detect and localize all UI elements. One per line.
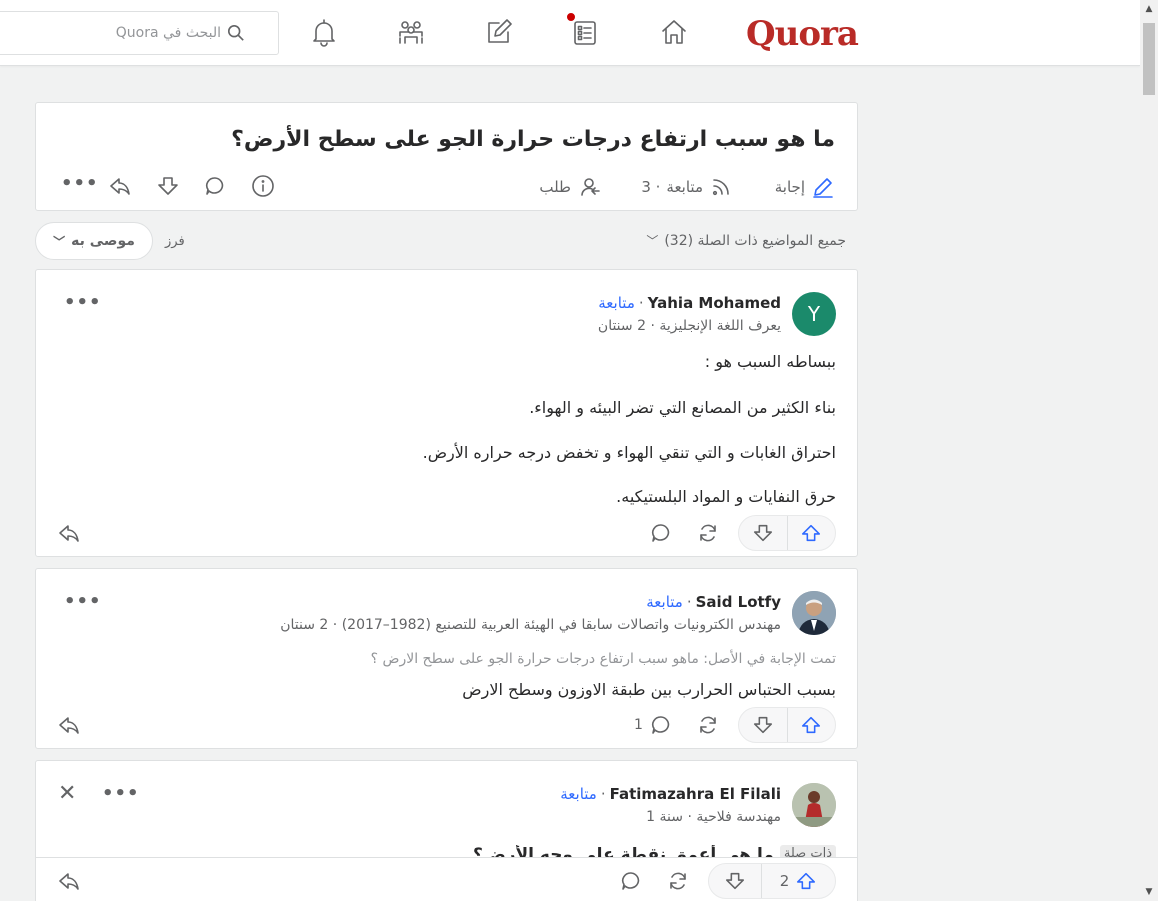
action-bar: 2 bbox=[36, 857, 857, 901]
request-answer-button[interactable]: طلب bbox=[539, 175, 601, 199]
answer-label: إجابة bbox=[774, 178, 805, 196]
downvote-question-icon[interactable] bbox=[153, 171, 183, 201]
related-topics-label: جميع المواضيع ذات الصلة (32) bbox=[664, 232, 846, 249]
reshare-icon[interactable] bbox=[663, 866, 693, 896]
downvote-arrow-icon bbox=[726, 872, 745, 890]
follow-author-link[interactable]: متابعة bbox=[646, 593, 683, 611]
question-title[interactable]: ما هو سبب ارتفاع درجات حرارة الجو على سط… bbox=[231, 127, 835, 152]
related-question-title: ما هي أعمق نقطة على وجه الأرض؟ bbox=[472, 845, 774, 857]
home-icon[interactable] bbox=[656, 14, 692, 50]
upvote-arrow-icon bbox=[802, 716, 821, 734]
author-line: Said Lotfy · متابعة bbox=[646, 593, 781, 611]
author-name[interactable]: Said Lotfy bbox=[696, 593, 781, 611]
related-question-preview[interactable]: ذات صلة ما هي أعمق نقطة على وجه الأرض؟ bbox=[436, 845, 836, 857]
sort-dropdown[interactable]: موصى به ﹀ bbox=[35, 222, 153, 260]
author-credential[interactable]: مهندسة فلاحية · سنة 1 bbox=[646, 809, 781, 825]
answers-filter-bar: جميع المواضيع ذات الصلة (32) ﹀ فرز موصى … bbox=[35, 222, 858, 260]
answer-button[interactable]: إجابة bbox=[775, 175, 835, 199]
question-info-icon[interactable] bbox=[248, 171, 278, 201]
share-icon[interactable] bbox=[54, 866, 84, 896]
original-question-note[interactable]: تمت الإجابة في الأصل: ماهو سبب ارتفاع در… bbox=[371, 651, 836, 667]
upvote-button[interactable]: 2 bbox=[761, 864, 835, 898]
scroll-down-arrow[interactable]: ▼ bbox=[1140, 883, 1158, 901]
follow-question-button[interactable]: متابعة · 3 bbox=[641, 175, 733, 199]
request-label: طلب bbox=[539, 178, 571, 196]
question-card: ما هو سبب ارتفاع درجات حرارة الجو على سط… bbox=[35, 102, 858, 211]
scrollbar-track[interactable] bbox=[1140, 0, 1158, 901]
comment-icon[interactable] bbox=[616, 866, 646, 896]
downvote-button[interactable] bbox=[739, 708, 787, 742]
follow-label: متابعة bbox=[666, 178, 703, 196]
more-options-icon[interactable]: ••• bbox=[61, 173, 99, 194]
search-input[interactable] bbox=[0, 25, 221, 41]
author-line: Yahia Mohamed · متابعة bbox=[598, 294, 781, 312]
answer-paragraph: احتراق الغابات و التي تنقي الهواء و تخفض… bbox=[422, 443, 836, 462]
answer-paragraph: ببساطه السبب هو : bbox=[704, 352, 836, 371]
downvote-button[interactable] bbox=[739, 516, 787, 550]
chevron-down-icon: ﹀ bbox=[53, 234, 66, 249]
close-icon[interactable]: ✕ bbox=[58, 781, 76, 806]
share-icon[interactable] bbox=[54, 518, 84, 548]
share-icon[interactable] bbox=[105, 171, 135, 201]
pencil-icon bbox=[813, 178, 833, 198]
author-credential[interactable]: يعرف اللغة الإنجليزية · 2 سنتان bbox=[598, 318, 781, 334]
upvote-arrow-icon bbox=[802, 524, 821, 542]
answer-paragraph: بسبب الحتباس الحرارب بين طبقة الاوزون وس… bbox=[462, 680, 836, 699]
author-name[interactable]: Yahia Mohamed bbox=[648, 294, 781, 312]
reshare-icon[interactable] bbox=[693, 518, 723, 548]
avatar[interactable]: Y bbox=[792, 292, 836, 336]
comment-count: 1 bbox=[634, 717, 643, 733]
follow-count: · 3 bbox=[641, 178, 661, 196]
downvote-button[interactable] bbox=[709, 864, 761, 898]
sort-label: فرز bbox=[165, 234, 185, 249]
notifications-bell-icon[interactable] bbox=[306, 14, 342, 50]
more-options-icon[interactable]: ••• bbox=[64, 292, 102, 313]
author-name[interactable]: Fatimazahra El Filali bbox=[610, 785, 781, 803]
comment-icon[interactable] bbox=[646, 518, 676, 548]
request-person-icon bbox=[581, 178, 600, 196]
author-credential[interactable]: مهندس الكترونيات واتصالات سابقا في الهيئ… bbox=[280, 617, 781, 633]
search-icon bbox=[227, 24, 244, 41]
more-options-icon[interactable]: ••• bbox=[102, 783, 140, 804]
related-answer-card: Fatimazahra El Filali · متابعة مهندسة فل… bbox=[35, 760, 858, 901]
comment-icon[interactable] bbox=[200, 171, 230, 201]
vote-group bbox=[738, 515, 836, 551]
answer-card: Said Lotfy · متابعة مهندس الكترونيات وات… bbox=[35, 568, 858, 749]
upvote-arrow-icon bbox=[797, 872, 816, 890]
write-answer-icon[interactable] bbox=[481, 14, 517, 50]
vote-group bbox=[738, 707, 836, 743]
upvote-button[interactable] bbox=[786, 516, 836, 550]
sort-value: موصى به bbox=[71, 233, 135, 249]
notification-dot bbox=[566, 12, 576, 22]
rss-icon bbox=[712, 179, 729, 196]
downvote-arrow-icon bbox=[753, 524, 772, 542]
search-box[interactable] bbox=[0, 11, 279, 55]
avatar[interactable] bbox=[792, 591, 836, 635]
comment-button[interactable] bbox=[646, 710, 676, 740]
more-options-icon[interactable]: ••• bbox=[64, 591, 102, 612]
related-tag: ذات صلة bbox=[779, 845, 836, 857]
scroll-up-arrow[interactable]: ▲ bbox=[1140, 0, 1158, 18]
top-navigation-bar: Quora bbox=[0, 0, 1140, 66]
vote-group: 2 bbox=[708, 863, 836, 899]
scrollbar-thumb[interactable] bbox=[1140, 20, 1158, 98]
share-icon[interactable] bbox=[54, 710, 84, 740]
follow-author-link[interactable]: متابعة bbox=[560, 785, 597, 803]
avatar[interactable] bbox=[792, 783, 836, 827]
comment-icon bbox=[651, 716, 670, 734]
author-line: Fatimazahra El Filali · متابعة bbox=[560, 785, 781, 803]
related-topics-dropdown[interactable]: جميع المواضيع ذات الصلة (32) ﹀ bbox=[646, 232, 846, 249]
answer-paragraph: حرق النفايات و المواد البلستيكيه. bbox=[616, 487, 836, 506]
downvote-arrow-icon bbox=[753, 716, 772, 734]
reshare-icon[interactable] bbox=[693, 710, 723, 740]
spaces-icon[interactable] bbox=[393, 14, 429, 50]
chevron-down-icon: ﹀ bbox=[646, 234, 659, 248]
answer-paragraph: بناء الكثير من المصانع التي تضر البيئه و… bbox=[529, 398, 836, 417]
quora-logo[interactable]: Quora bbox=[746, 14, 859, 54]
upvote-button[interactable] bbox=[786, 708, 836, 742]
answer-card: Y Yahia Mohamed · متابعة يعرف اللغة الإن… bbox=[35, 269, 858, 557]
upvote-count: 2 bbox=[779, 872, 790, 890]
follow-author-link[interactable]: متابعة bbox=[598, 294, 635, 312]
